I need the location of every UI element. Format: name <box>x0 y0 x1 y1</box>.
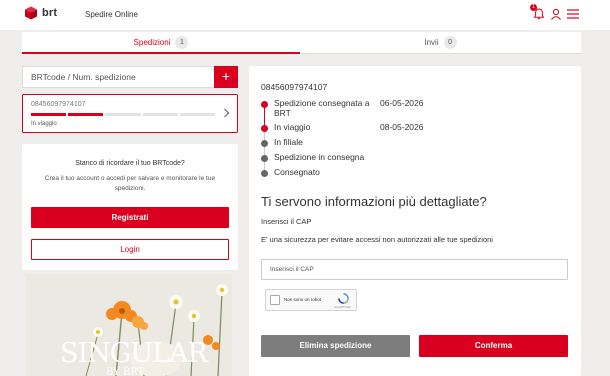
timeline-label: Spedizione consegnata a BRT <box>274 98 370 118</box>
security-note: E' una sicurezza per evitare accessi non… <box>261 235 493 244</box>
confirm-button[interactable]: Conferma <box>419 335 568 357</box>
detail-shipment-code: 08456097974107 <box>261 82 328 92</box>
promo-subtitle: BY BRT <box>106 367 145 376</box>
shipment-progress-bar <box>31 113 216 116</box>
promo-banner[interactable]: SINGULAR BY BRT <box>26 274 232 376</box>
top-header: brt Spedire Online 1 <box>0 0 610 30</box>
user-icon <box>551 8 561 20</box>
timeline-date: 08-05-2026 <box>380 122 424 132</box>
recaptcha-widget: Non sono un robot reCAPTCHA <box>265 289 357 311</box>
timeline-label: In filiale <box>274 137 303 147</box>
progress-segment <box>179 113 216 116</box>
shipment-code: 08456097974107 <box>31 101 86 108</box>
nav-spedire-online[interactable]: Spedire Online <box>85 10 138 19</box>
tab-label: Spedizioni <box>133 37 171 47</box>
timeline-dot <box>261 170 268 177</box>
timeline-dot <box>261 155 268 162</box>
timeline-date: 06-05-2026 <box>380 98 424 108</box>
menu-icon <box>567 9 579 19</box>
progress-segment <box>31 113 67 116</box>
progress-segment <box>68 113 104 116</box>
logo-text: brt <box>42 7 58 19</box>
recaptcha-checkbox[interactable] <box>270 295 280 305</box>
recaptcha-brand: reCAPTCHA <box>334 305 352 309</box>
recaptcha-logo-icon <box>338 293 349 304</box>
delete-shipment-button[interactable]: Elimina spedizione <box>261 335 410 357</box>
progress-segment <box>142 113 178 116</box>
recaptcha-label: Non sono un robot <box>284 297 322 302</box>
add-tracking-button[interactable]: + <box>214 66 238 88</box>
timeline-label: Consegnato <box>274 167 320 177</box>
cta-description: Crea il tuo account o accedi per salvare… <box>44 175 216 192</box>
brt-logo[interactable]: brt <box>24 6 57 20</box>
progress-segment <box>105 113 141 116</box>
timeline-label: In viaggio <box>274 122 311 132</box>
timeline-dot <box>261 125 268 132</box>
tracking-search-input[interactable] <box>23 67 215 87</box>
tracked-shipment-card[interactable]: 08456097974107 In viaggio <box>22 94 238 133</box>
timeline-dot <box>261 101 268 108</box>
chevron-right-icon <box>224 108 230 118</box>
register-button[interactable]: Registrati <box>31 207 229 228</box>
shipment-tabs: Spedizioni 1 Invii 0 <box>22 32 581 54</box>
promo-title: SINGULAR <box>60 338 208 369</box>
cta-title: Stanco di ricordare il tuo BRTcode? <box>75 160 185 167</box>
notifications-button[interactable]: 1 <box>530 4 546 21</box>
more-info-heading: Ti servono informazioni più dettagliate? <box>261 194 487 209</box>
tab-invii[interactable]: Invii 0 <box>300 32 581 54</box>
menu-button[interactable] <box>566 7 580 21</box>
tab-label: Invii <box>424 38 439 47</box>
timeline-dot <box>261 140 268 147</box>
brt-cube-icon <box>25 6 37 20</box>
timeline-label: Spedizione in consegna <box>274 152 365 162</box>
tab-spedizioni[interactable]: Spedizioni 1 <box>22 32 300 54</box>
shipment-status: In viaggio <box>31 121 57 127</box>
account-cta-card: Stanco di ricordare il tuo BRTcode? Crea… <box>22 144 238 270</box>
account-button[interactable] <box>549 7 563 21</box>
cap-input[interactable] <box>261 259 568 280</box>
shipment-detail-panel: 08456097974107 Spedizione consegnata a B… <box>249 66 581 376</box>
tracking-search: + <box>22 66 238 88</box>
notification-badge: 1 <box>530 4 537 11</box>
tab-count: 0 <box>443 36 457 49</box>
login-button[interactable]: Login <box>31 239 229 260</box>
cap-label: Inserisci il CAP <box>261 217 312 226</box>
tab-count: 1 <box>175 35 189 49</box>
